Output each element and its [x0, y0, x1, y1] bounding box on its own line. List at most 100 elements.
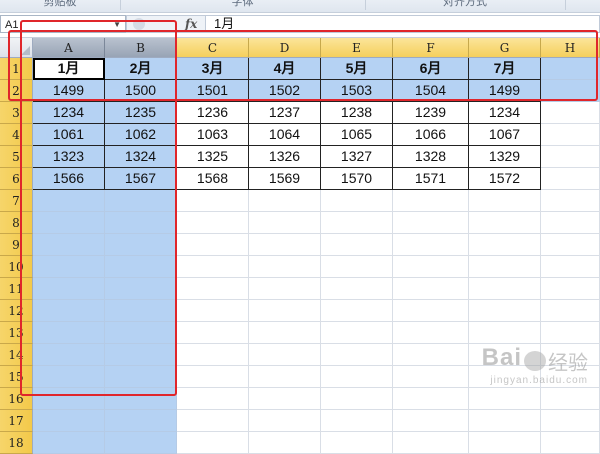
- cell-a15[interactable]: [33, 366, 105, 388]
- cell-c5[interactable]: 1325: [177, 146, 249, 168]
- row-header-3[interactable]: 3: [0, 102, 33, 124]
- cell-d13[interactable]: [249, 322, 321, 344]
- cell-h13[interactable]: [541, 322, 600, 344]
- cell-h1[interactable]: [541, 58, 600, 80]
- cell-b6[interactable]: 1567: [105, 168, 177, 190]
- cell-e14[interactable]: [321, 344, 393, 366]
- cell-f9[interactable]: [393, 234, 469, 256]
- cell-b9[interactable]: [105, 234, 177, 256]
- cell-f16[interactable]: [393, 388, 469, 410]
- cell-c16[interactable]: [177, 388, 249, 410]
- cell-e3[interactable]: 1238: [321, 102, 393, 124]
- cell-a11[interactable]: [33, 278, 105, 300]
- cell-d4[interactable]: 1064: [249, 124, 321, 146]
- cell-f3[interactable]: 1239: [393, 102, 469, 124]
- cell-d2[interactable]: 1502: [249, 80, 321, 102]
- row-header-18[interactable]: 18: [0, 432, 33, 454]
- cell-g5[interactable]: 1329: [469, 146, 541, 168]
- cell-e11[interactable]: [321, 278, 393, 300]
- cell-b7[interactable]: [105, 190, 177, 212]
- cell-b13[interactable]: [105, 322, 177, 344]
- cell-e4[interactable]: 1065: [321, 124, 393, 146]
- cell-c4[interactable]: 1063: [177, 124, 249, 146]
- column-header-d[interactable]: D: [249, 38, 321, 58]
- cell-b14[interactable]: [105, 344, 177, 366]
- cell-e2[interactable]: 1503: [321, 80, 393, 102]
- column-header-e[interactable]: E: [321, 38, 393, 58]
- cell-e1[interactable]: 5月: [321, 58, 393, 80]
- cell-a4[interactable]: 1061: [33, 124, 105, 146]
- cell-b3[interactable]: 1235: [105, 102, 177, 124]
- cell-g13[interactable]: [469, 322, 541, 344]
- row-header-16[interactable]: 16: [0, 388, 33, 410]
- column-header-c[interactable]: C: [177, 38, 249, 58]
- chevron-down-icon[interactable]: ▼: [113, 16, 121, 34]
- cell-a13[interactable]: [33, 322, 105, 344]
- cell-b1[interactable]: 2月: [105, 58, 177, 80]
- cell-c18[interactable]: [177, 432, 249, 454]
- cell-f10[interactable]: [393, 256, 469, 278]
- cell-e17[interactable]: [321, 410, 393, 432]
- column-header-g[interactable]: G: [469, 38, 541, 58]
- cell-e16[interactable]: [321, 388, 393, 410]
- cell-e15[interactable]: [321, 366, 393, 388]
- cell-e7[interactable]: [321, 190, 393, 212]
- cell-f5[interactable]: 1328: [393, 146, 469, 168]
- cell-f11[interactable]: [393, 278, 469, 300]
- cell-f14[interactable]: [393, 344, 469, 366]
- cell-h10[interactable]: [541, 256, 600, 278]
- cell-a6[interactable]: 1566: [33, 168, 105, 190]
- cell-g10[interactable]: [469, 256, 541, 278]
- column-header-b[interactable]: B: [105, 38, 177, 58]
- resize-handle-icon[interactable]: [133, 18, 145, 30]
- column-header-f[interactable]: F: [393, 38, 469, 58]
- cell-d12[interactable]: [249, 300, 321, 322]
- row-header-1[interactable]: 1: [0, 58, 33, 80]
- cell-d5[interactable]: 1326: [249, 146, 321, 168]
- cell-c1[interactable]: 3月: [177, 58, 249, 80]
- row-header-5[interactable]: 5: [0, 146, 33, 168]
- cell-d15[interactable]: [249, 366, 321, 388]
- row-header-15[interactable]: 15: [0, 366, 33, 388]
- cell-c6[interactable]: 1568: [177, 168, 249, 190]
- cell-d3[interactable]: 1237: [249, 102, 321, 124]
- cell-e6[interactable]: 1570: [321, 168, 393, 190]
- cell-c3[interactable]: 1236: [177, 102, 249, 124]
- cell-c17[interactable]: [177, 410, 249, 432]
- cell-g3[interactable]: 1234: [469, 102, 541, 124]
- cell-a17[interactable]: [33, 410, 105, 432]
- cell-f7[interactable]: [393, 190, 469, 212]
- cell-d16[interactable]: [249, 388, 321, 410]
- cell-f18[interactable]: [393, 432, 469, 454]
- cell-c15[interactable]: [177, 366, 249, 388]
- cell-a18[interactable]: [33, 432, 105, 454]
- cell-c11[interactable]: [177, 278, 249, 300]
- cell-h6[interactable]: [541, 168, 600, 190]
- cell-f4[interactable]: 1066: [393, 124, 469, 146]
- cell-h3[interactable]: [541, 102, 600, 124]
- cell-a14[interactable]: [33, 344, 105, 366]
- cell-d1[interactable]: 4月: [249, 58, 321, 80]
- cell-h11[interactable]: [541, 278, 600, 300]
- cell-h2[interactable]: [541, 80, 600, 102]
- cell-b15[interactable]: [105, 366, 177, 388]
- row-header-11[interactable]: 11: [0, 278, 33, 300]
- cell-g1[interactable]: 7月: [469, 58, 541, 80]
- cell-e10[interactable]: [321, 256, 393, 278]
- cell-d10[interactable]: [249, 256, 321, 278]
- cell-a12[interactable]: [33, 300, 105, 322]
- cell-a7[interactable]: [33, 190, 105, 212]
- cell-e13[interactable]: [321, 322, 393, 344]
- cell-d8[interactable]: [249, 212, 321, 234]
- cell-c10[interactable]: [177, 256, 249, 278]
- cell-d7[interactable]: [249, 190, 321, 212]
- cell-b16[interactable]: [105, 388, 177, 410]
- cell-b5[interactable]: 1324: [105, 146, 177, 168]
- cell-a16[interactable]: [33, 388, 105, 410]
- cell-b12[interactable]: [105, 300, 177, 322]
- row-header-14[interactable]: 14: [0, 344, 33, 366]
- cell-f6[interactable]: 1571: [393, 168, 469, 190]
- row-header-2[interactable]: 2: [0, 80, 33, 102]
- row-header-7[interactable]: 7: [0, 190, 33, 212]
- row-header-17[interactable]: 17: [0, 410, 33, 432]
